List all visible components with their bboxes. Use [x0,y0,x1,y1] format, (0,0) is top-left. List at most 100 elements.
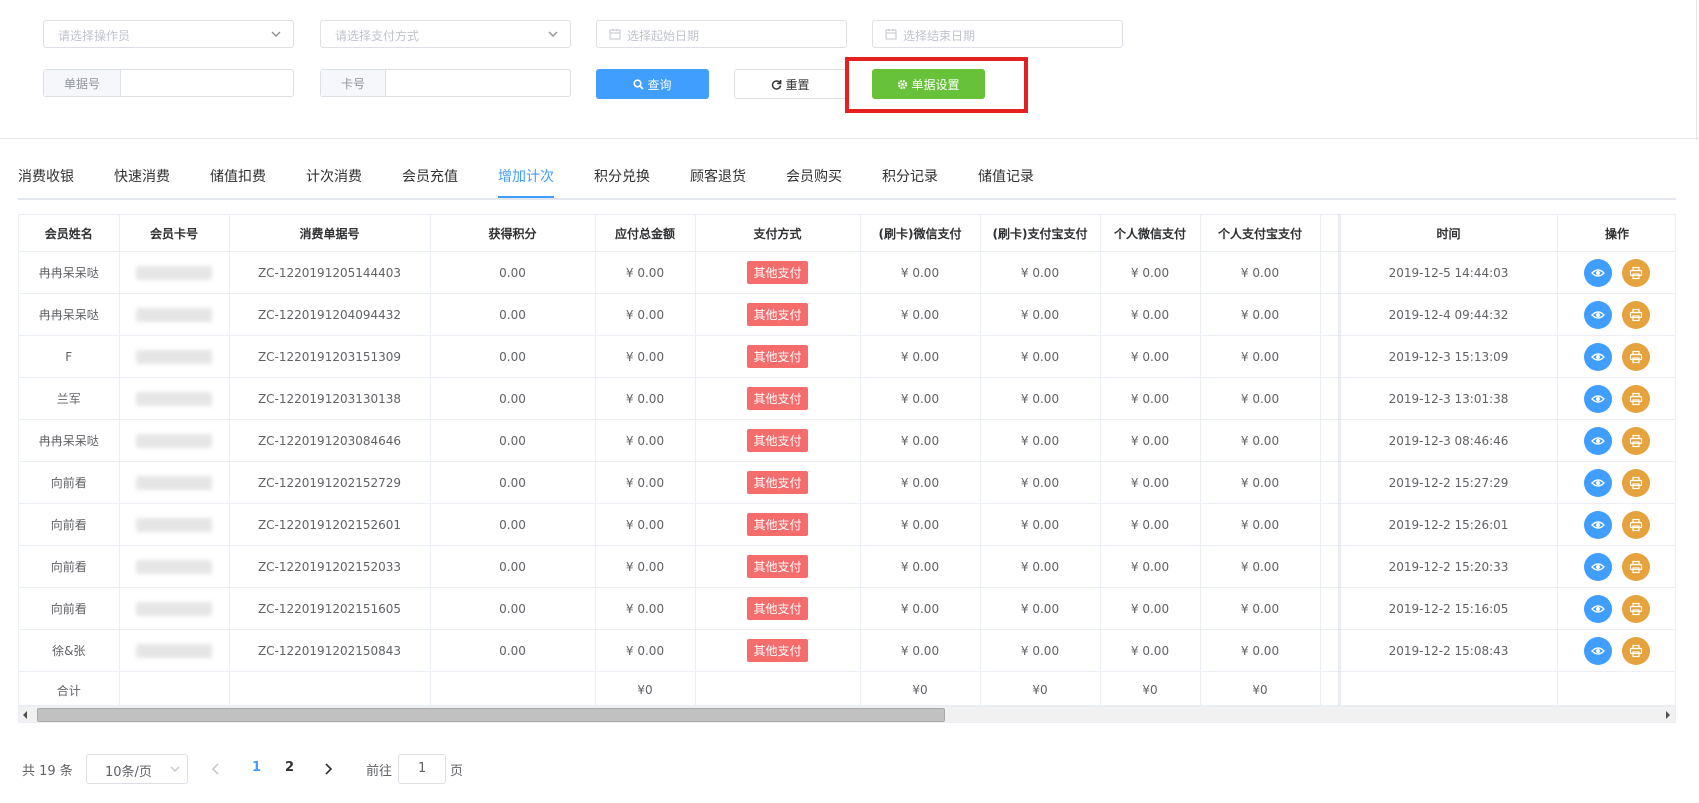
view-button[interactable] [1584,552,1612,581]
print-button[interactable] [1622,552,1650,581]
wx-card-amount: ¥ 0.00 [860,461,981,504]
page-number-1[interactable]: 1 [252,760,261,775]
view-button[interactable] [1584,258,1612,287]
order-number: ZC-1220191205144403 [229,251,431,294]
col-payment-method: 支付方式 [695,215,861,252]
view-button[interactable] [1584,636,1612,665]
tab-stored-record[interactable]: 储值记录 [978,166,1034,186]
payment-method-badge: 其他支付 [747,387,808,410]
tab-points-exchange[interactable]: 积分兑换 [594,166,650,186]
document-settings-button[interactable]: 单据设置 [872,69,985,99]
overflow-cell [1320,419,1341,462]
printer-icon [1629,392,1643,405]
chevron-down-icon [271,31,281,37]
goto-page-input[interactable]: 1 [398,754,446,784]
eye-icon [1591,310,1605,319]
payment-method-cell: 其他支付 [695,461,861,504]
printer-icon [1629,266,1643,279]
ali-card-amount: ¥ 0.00 [980,335,1101,378]
order-number: ZC-1220191202152729 [229,461,431,504]
member-card-masked [119,293,230,336]
payment-method-badge: 其他支付 [747,471,808,494]
view-button[interactable] [1584,384,1612,413]
search-icon [633,78,645,90]
payment-method-cell: 其他支付 [695,335,861,378]
table-row: 向前看 ZC-1220191202152033 0.00 ¥ 0.00 其他支付 ¥ 0.… [19,545,1675,588]
print-button[interactable] [1622,468,1650,497]
wx-personal-amount: ¥ 0.00 [1100,335,1201,378]
order-number: ZC-1220191203130138 [229,377,431,420]
operator-select[interactable]: 请选择操作员 [43,20,294,48]
payment-method-badge: 其他支付 [747,345,808,368]
tab-points-record[interactable]: 积分记录 [882,166,938,186]
col-operations: 操作 [1557,215,1675,252]
print-button[interactable] [1622,636,1650,665]
tab-count-consume[interactable]: 计次消费 [306,166,362,186]
summary-wx-card: ¥0 [860,671,981,705]
view-button[interactable] [1584,300,1612,329]
summary-empty [1557,671,1675,705]
print-button[interactable] [1622,510,1650,539]
order-number: ZC-1220191202151605 [229,587,431,630]
ali-personal-amount: ¥ 0.00 [1200,545,1321,588]
next-page-icon[interactable] [322,762,334,776]
view-button[interactable] [1584,468,1612,497]
print-button[interactable] [1622,594,1650,623]
row-actions [1557,377,1675,420]
eye-icon [1591,520,1605,529]
wx-card-amount: ¥ 0.00 [860,419,981,462]
view-button[interactable] [1584,342,1612,371]
end-date-picker[interactable]: 选择结束日期 [872,20,1123,48]
card-number-field: 卡号 [320,69,571,97]
record-time: 2019-12-4 09:44:32 [1340,293,1558,336]
order-number-input[interactable] [121,70,293,96]
query-button[interactable]: 查询 [596,69,709,99]
table-row: 向前看 ZC-1220191202152601 0.00 ¥ 0.00 其他支付 ¥ 0.… [19,503,1675,546]
view-button[interactable] [1584,426,1612,455]
view-button[interactable] [1584,510,1612,539]
overflow-cell [1320,545,1341,588]
print-button[interactable] [1622,300,1650,329]
member-card-masked [119,587,230,630]
query-label: 查询 [647,77,672,92]
ali-personal-amount: ¥ 0.00 [1200,335,1321,378]
wx-personal-amount: ¥ 0.00 [1100,461,1201,504]
scroll-left-icon[interactable] [22,711,28,719]
page-size-select[interactable]: 10条/页 [86,754,188,784]
print-button[interactable] [1622,384,1650,413]
summary-wx-personal: ¥0 [1100,671,1201,705]
table-row: 向前看 ZC-1220191202151605 0.00 ¥ 0.00 其他支付 ¥ 0.… [19,587,1675,630]
print-button[interactable] [1622,342,1650,371]
pagination: 共 19 条 10条/页 1 2 前往 1 页 [22,754,542,784]
summary-row: 合计 ¥0 ¥0 ¥0 ¥0 ¥0 [19,671,1675,705]
ali-personal-amount: ¥ 0.00 [1200,587,1321,630]
payment-method-select[interactable]: 请选择支付方式 [320,20,571,48]
scrollbar-thumb[interactable] [37,708,945,722]
tab-member-recharge[interactable]: 会员充值 [402,166,458,186]
row-actions [1557,545,1675,588]
member-card-masked [119,545,230,588]
ali-personal-amount: ¥ 0.00 [1200,503,1321,546]
start-date-picker[interactable]: 选择起始日期 [596,20,847,48]
wx-card-amount: ¥ 0.00 [860,251,981,294]
tab-customer-return[interactable]: 顾客退货 [690,166,746,186]
page-number-2[interactable]: 2 [285,760,294,775]
wx-card-amount: ¥ 0.00 [860,545,981,588]
card-number-input[interactable] [386,70,570,96]
tab-consume-cashier[interactable]: 消费收银 [18,166,74,186]
wx-personal-amount: ¥ 0.00 [1100,419,1201,462]
scroll-right-icon[interactable] [1665,711,1671,719]
print-button[interactable] [1622,426,1650,455]
record-time: 2019-12-5 14:44:03 [1340,251,1558,294]
print-button[interactable] [1622,258,1650,287]
tab-quick-consume[interactable]: 快速消费 [114,166,170,186]
record-time: 2019-12-2 15:26:01 [1340,503,1558,546]
ali-personal-amount: ¥ 0.00 [1200,293,1321,336]
prev-page-icon[interactable] [210,762,222,776]
tab-member-purchase[interactable]: 会员购买 [786,166,842,186]
payment-method-cell: 其他支付 [695,293,861,336]
reset-button[interactable]: 重置 [734,69,847,99]
tab-add-count[interactable]: 增加计次 [498,166,554,186]
view-button[interactable] [1584,594,1612,623]
tab-stored-deduct[interactable]: 储值扣费 [210,166,266,186]
